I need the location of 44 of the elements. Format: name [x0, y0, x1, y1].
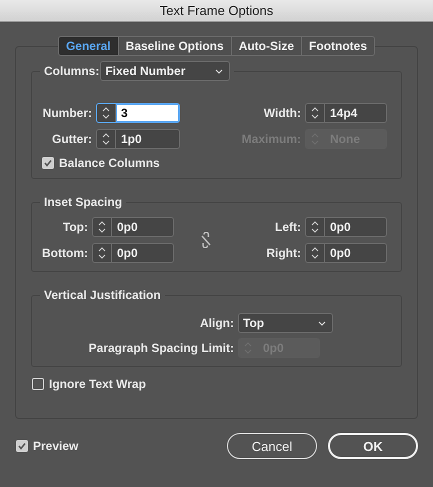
input-field[interactable]: 0p0 — [112, 218, 173, 236]
input-field[interactable]: 1p0 — [116, 130, 179, 148]
tab[interactable]: General — [58, 36, 119, 56]
input-field[interactable]: 0p0 — [325, 218, 386, 236]
columns-dropdown[interactable]: Fixed Number — [100, 61, 230, 81]
input-field[interactable]: 3 — [116, 104, 179, 122]
field-label: Width: — [262, 106, 301, 120]
columns-label: Columns: — [44, 64, 100, 78]
broken-link-icon[interactable] — [200, 232, 212, 248]
spin-box[interactable]: 14p4 — [305, 103, 387, 123]
spin-box[interactable]: 3 — [96, 103, 180, 123]
window-title: Text Frame Options — [160, 3, 274, 18]
input-field[interactable]: 0p0 — [325, 244, 386, 262]
ok-button[interactable]: OK — [328, 433, 418, 459]
checkbox[interactable] — [32, 378, 44, 390]
input-field[interactable]: 14p4 — [325, 104, 386, 122]
checkbox-label: Ignore Text Wrap — [49, 377, 146, 391]
chevron-icon — [215, 68, 224, 74]
checkbox-label: Preview — [33, 439, 78, 453]
field-label: Left: — [274, 220, 301, 234]
align-dropdown[interactable]: Top — [238, 313, 333, 333]
spin-box[interactable]: 1p0 — [96, 129, 180, 149]
spin-box[interactable]: 0p0 — [305, 217, 387, 237]
input-field[interactable]: 0p0 — [112, 244, 173, 262]
chevron-icon — [318, 320, 326, 326]
tab[interactable]: Auto-Size — [232, 36, 302, 56]
group-title: Vertical Justification — [44, 288, 161, 302]
cancel-button[interactable]: Cancel — [227, 433, 317, 459]
field-label: Paragraph Spacing Limit: — [88, 341, 234, 355]
tab[interactable]: Footnotes — [302, 36, 376, 56]
field-label: Bottom: — [41, 246, 88, 260]
spin-box[interactable]: 0p0 — [92, 217, 174, 237]
field-label: Gutter: — [51, 132, 92, 146]
field-label: Top: — [62, 220, 88, 234]
field-label: Align: — [199, 316, 234, 330]
checkbox-label: Balance Columns — [59, 156, 160, 170]
spin-box[interactable]: 0p0 — [305, 243, 387, 263]
field-label: Right: — [265, 246, 301, 260]
field-label: Number: — [42, 106, 92, 120]
tab[interactable]: Baseline Options — [118, 36, 232, 56]
group-title: Inset Spacing — [44, 195, 122, 209]
checkbox[interactable] — [16, 440, 28, 452]
spin-box[interactable]: 0p0 — [92, 243, 174, 263]
checkbox[interactable] — [42, 157, 54, 169]
